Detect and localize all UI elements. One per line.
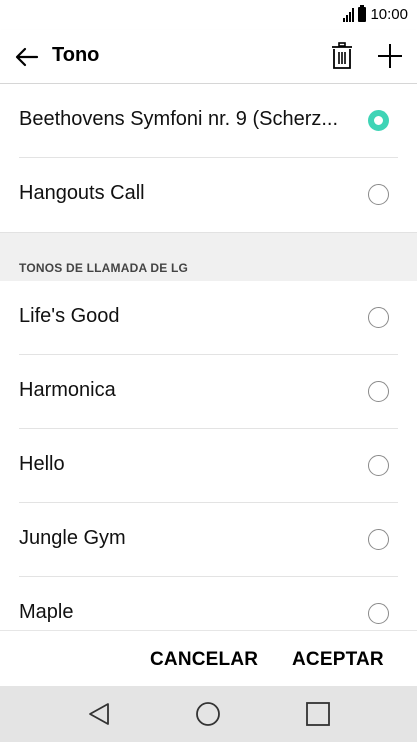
ringtone-label: Jungle Gym (19, 527, 126, 549)
list-item[interactable]: Hello (0, 429, 417, 503)
toolbar: Tono (0, 30, 417, 84)
status-icons: 10:00 (343, 5, 408, 23)
list-item[interactable]: Jungle Gym (0, 503, 417, 577)
battery-icon (358, 5, 367, 22)
trash-icon (332, 42, 352, 69)
back-button[interactable] (12, 42, 42, 72)
list-item[interactable]: Hangouts Call (0, 158, 417, 232)
signal-icon (343, 7, 355, 22)
nav-home-button[interactable] (194, 700, 222, 728)
section-header: TONOS DE LLAMADA DE LG (19, 261, 189, 275)
radio-unselected[interactable] (368, 184, 389, 205)
radio-unselected[interactable] (368, 455, 389, 476)
ringtone-list: Beethovens Symfoni nr. 9 (Scherz... Hang… (0, 84, 417, 630)
add-button[interactable] (374, 40, 406, 72)
page-title: Tono (52, 44, 100, 66)
list-item[interactable]: Beethovens Symfoni nr. 9 (Scherz... (0, 84, 417, 158)
list-item[interactable]: Maple (0, 577, 417, 630)
nav-back-button[interactable] (85, 700, 113, 728)
radio-unselected[interactable] (368, 603, 389, 624)
home-circle-icon (196, 702, 220, 726)
radio-unselected[interactable] (368, 529, 389, 550)
ringtone-label: Beethovens Symfoni nr. 9 (Scherz... (19, 108, 339, 130)
radio-selected[interactable] (368, 110, 389, 131)
plus-icon (378, 44, 402, 68)
ringtone-label: Maple (19, 601, 74, 623)
radio-unselected[interactable] (368, 381, 389, 402)
back-triangle-icon (89, 703, 109, 725)
accept-button[interactable]: ACEPTAR (292, 649, 384, 671)
ringtone-label: Harmonica (19, 379, 116, 401)
status-time: 10:00 (370, 6, 408, 23)
radio-unselected[interactable] (368, 307, 389, 328)
cancel-button[interactable]: CANCELAR (150, 649, 258, 671)
nav-recent-button[interactable] (304, 700, 332, 728)
list-item[interactable]: Harmonica (0, 355, 417, 429)
dialog-action-bar: CANCELAR ACEPTAR (0, 630, 417, 687)
recent-square-icon (306, 702, 330, 726)
status-bar: 10:00 (0, 0, 417, 30)
delete-button[interactable] (328, 40, 356, 72)
navigation-bar (0, 686, 417, 742)
list-item[interactable]: Life's Good (0, 281, 417, 355)
ringtone-label: Hello (19, 453, 65, 475)
ringtone-picker-screen: 10:00 Tono Beethovens Symfoni nr. 9 (Sch… (0, 0, 417, 742)
ringtone-label: Life's Good (19, 305, 120, 327)
arrow-left-icon (15, 47, 39, 67)
ringtone-label: Hangouts Call (19, 182, 145, 204)
